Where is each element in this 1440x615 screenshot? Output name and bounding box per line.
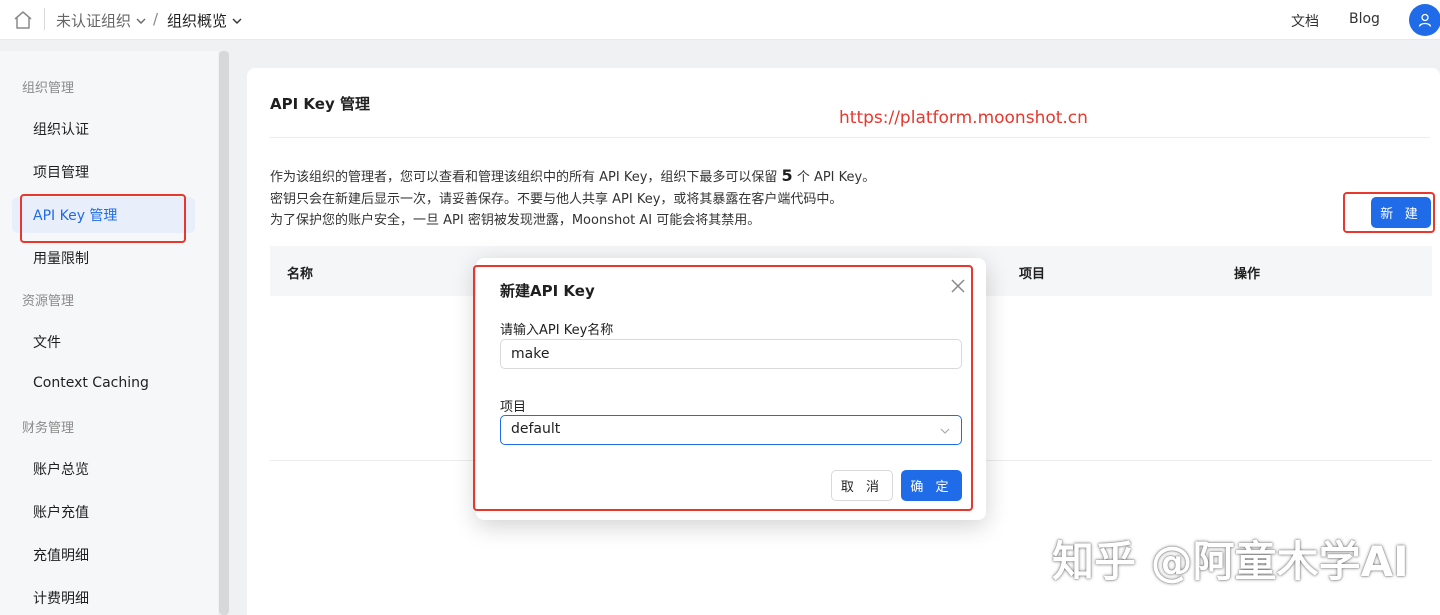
current-page-name: 组织概览 — [167, 12, 228, 30]
description-text: 作为该组织的管理者，您可以查看和管理该组织中的所有 API Key，组织下最多可… — [270, 170, 782, 185]
sidebar-item-billing-details[interactable]: 计费明细 — [33, 588, 89, 608]
column-header-project: 项目 — [1019, 267, 1046, 282]
page-title: API Key 管理 — [270, 95, 370, 113]
column-header-name: 名称 — [287, 267, 314, 282]
sidebar-group-finance: 财务管理 — [22, 421, 75, 436]
description-line-2: 密钥只会在新建后显示一次，请妥善保存。不要与他人共享 API Key，或将其暴露… — [270, 192, 843, 207]
watermark: 知乎 @阿童木学AI — [1052, 537, 1409, 586]
sidebar-item-account-overview[interactable]: 账户总览 — [33, 459, 89, 479]
sidebar-item-recharge[interactable]: 账户充值 — [33, 502, 89, 522]
key-limit-count: 5 — [781, 166, 793, 185]
user-icon — [1418, 13, 1432, 27]
divider — [44, 8, 45, 30]
sidebar-item-context-caching[interactable]: Context Caching — [33, 375, 149, 391]
divider — [270, 137, 1430, 138]
chevron-down-icon — [232, 18, 242, 24]
breadcrumb-separator: / — [153, 10, 159, 28]
sidebar-scrollbar[interactable] — [219, 51, 229, 615]
sidebar-item-files[interactable]: 文件 — [33, 332, 61, 352]
org-name: 未认证组织 — [56, 12, 132, 30]
sidebar-group-org: 组织管理 — [22, 81, 75, 96]
description-text: 个 API Key。 — [792, 170, 876, 185]
chevron-down-icon — [136, 18, 146, 24]
sidebar-item-recharge-details[interactable]: 充值明细 — [33, 545, 89, 565]
url-annotation: https://platform.moonshot.cn — [839, 108, 1088, 128]
annotation-box-sidebar — [20, 194, 186, 243]
sidebar-group-resources: 资源管理 — [22, 294, 75, 309]
docs-link[interactable]: 文档 — [1291, 11, 1319, 31]
annotation-box-new-button — [1343, 192, 1435, 233]
description-line-3: 为了保护您的账户安全，一旦 API 密钥被发现泄露，Moonshot AI 可能… — [270, 213, 761, 228]
top-bar: 未认证组织 / 组织概览 文档 Blog — [0, 0, 1440, 40]
page-selector[interactable]: 组织概览 — [167, 10, 243, 31]
description-line-1: 作为该组织的管理者，您可以查看和管理该组织中的所有 API Key，组织下最多可… — [270, 166, 875, 185]
home-icon[interactable] — [12, 9, 34, 31]
column-header-actions: 操作 — [1234, 267, 1261, 282]
avatar[interactable] — [1409, 4, 1440, 36]
sidebar-item-org-verify[interactable]: 组织认证 — [33, 119, 89, 139]
org-selector[interactable]: 未认证组织 — [56, 10, 147, 31]
blog-link[interactable]: Blog — [1349, 11, 1380, 27]
annotation-box-modal — [473, 265, 973, 511]
sidebar-item-projects[interactable]: 项目管理 — [33, 162, 89, 182]
sidebar-item-usage-limits[interactable]: 用量限制 — [33, 248, 89, 268]
